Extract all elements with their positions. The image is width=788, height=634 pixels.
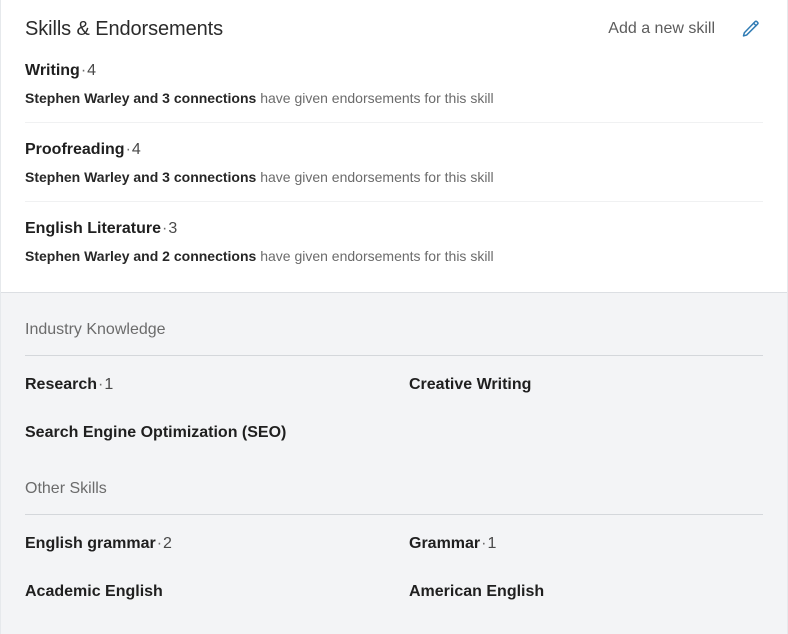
skill-separator — [286, 424, 288, 441]
skill-separator — [544, 583, 546, 600]
skill-separator: · — [156, 535, 163, 552]
endorsers-text: Stephen Warley and 2 connections have gi… — [25, 246, 763, 266]
skill-name[interactable]: Academic English — [25, 583, 163, 600]
endorsement-count: 1 — [487, 535, 497, 552]
group-skill-item[interactable]: Creative Writing — [409, 360, 763, 408]
endorsers-names: Stephen Warley and 3 connections — [25, 169, 257, 185]
skill-separator — [163, 583, 165, 600]
group-skill-item[interactable]: Academic English — [25, 567, 409, 615]
group-label: Other Skills — [25, 478, 763, 515]
skill-heading: Proofreading·4 — [25, 139, 763, 161]
skill-name[interactable]: English Literature — [25, 220, 161, 237]
skill-group-other-skills: Other Skills English grammar·2 Grammar·1… — [1, 478, 787, 615]
skills-endorsements-card: Skills & Endorsements Add a new skill Wr… — [0, 0, 788, 634]
skill-name[interactable]: Proofreading — [25, 141, 125, 158]
endorsement-count: 2 — [163, 535, 172, 552]
endorsers-text: Stephen Warley and 3 connections have gi… — [25, 167, 763, 187]
endorsers-suffix: have given endorsements for this skill — [256, 90, 494, 106]
skill-name[interactable]: Creative Writing — [409, 376, 531, 393]
endorsement-count: 4 — [87, 62, 97, 79]
skill-group-industry-knowledge: Industry Knowledge Research·1 Creative W… — [1, 319, 787, 456]
skill-name[interactable]: Research — [25, 376, 97, 393]
endorsement-count: 4 — [131, 141, 141, 158]
group-label: Industry Knowledge — [25, 319, 763, 356]
skill-heading: Writing·4 — [25, 60, 763, 82]
skill-name[interactable]: English grammar — [25, 535, 156, 552]
group-skill-item-empty — [409, 408, 763, 456]
skill-name[interactable]: Search Engine Optimization (SEO) — [25, 424, 286, 441]
endorsed-skills-list: Writing·4 Stephen Warley and 3 connectio… — [1, 52, 787, 280]
list-item[interactable]: Writing·4 Stephen Warley and 3 connectio… — [25, 52, 763, 122]
group-skill-grid: English grammar·2 Grammar·1 Academic Eng… — [25, 515, 763, 615]
skill-name[interactable]: Writing — [25, 62, 80, 79]
card-header: Skills & Endorsements Add a new skill — [1, 0, 787, 52]
page-title: Skills & Endorsements — [25, 18, 223, 40]
list-item[interactable]: English Literature·3 Stephen Warley and … — [25, 201, 763, 280]
group-skill-grid: Research·1 Creative Writing Search Engin… — [25, 356, 763, 456]
skill-name[interactable]: Grammar — [409, 535, 480, 552]
endorsers-names: Stephen Warley and 3 connections — [25, 90, 257, 106]
endorsement-count: 1 — [104, 376, 114, 393]
skill-separator: · — [125, 141, 131, 158]
pencil-icon[interactable] — [737, 16, 763, 42]
header-actions: Add a new skill — [608, 16, 763, 42]
group-skill-item[interactable]: Search Engine Optimization (SEO) — [25, 408, 409, 456]
group-skill-item[interactable]: Grammar·1 — [409, 519, 763, 567]
add-new-skill-button[interactable]: Add a new skill — [608, 19, 715, 39]
list-item[interactable]: Proofreading·4 Stephen Warley and 3 conn… — [25, 122, 763, 201]
skill-heading: English Literature·3 — [25, 218, 763, 240]
endorsers-text: Stephen Warley and 3 connections have gi… — [25, 88, 763, 108]
endorsers-suffix: have given endorsements for this skill — [256, 248, 494, 264]
endorsers-suffix: have given endorsements for this skill — [256, 169, 494, 185]
skill-name[interactable]: American English — [409, 583, 544, 600]
endorsement-count: 3 — [168, 220, 178, 237]
group-skill-item[interactable]: English grammar·2 — [25, 519, 409, 567]
skill-groups-section: Industry Knowledge Research·1 Creative W… — [1, 292, 787, 634]
endorsers-names: Stephen Warley and 2 connections — [25, 248, 257, 264]
skill-separator — [531, 376, 533, 393]
group-skill-item[interactable]: Research·1 — [25, 360, 409, 408]
group-skill-item[interactable]: American English — [409, 567, 763, 615]
